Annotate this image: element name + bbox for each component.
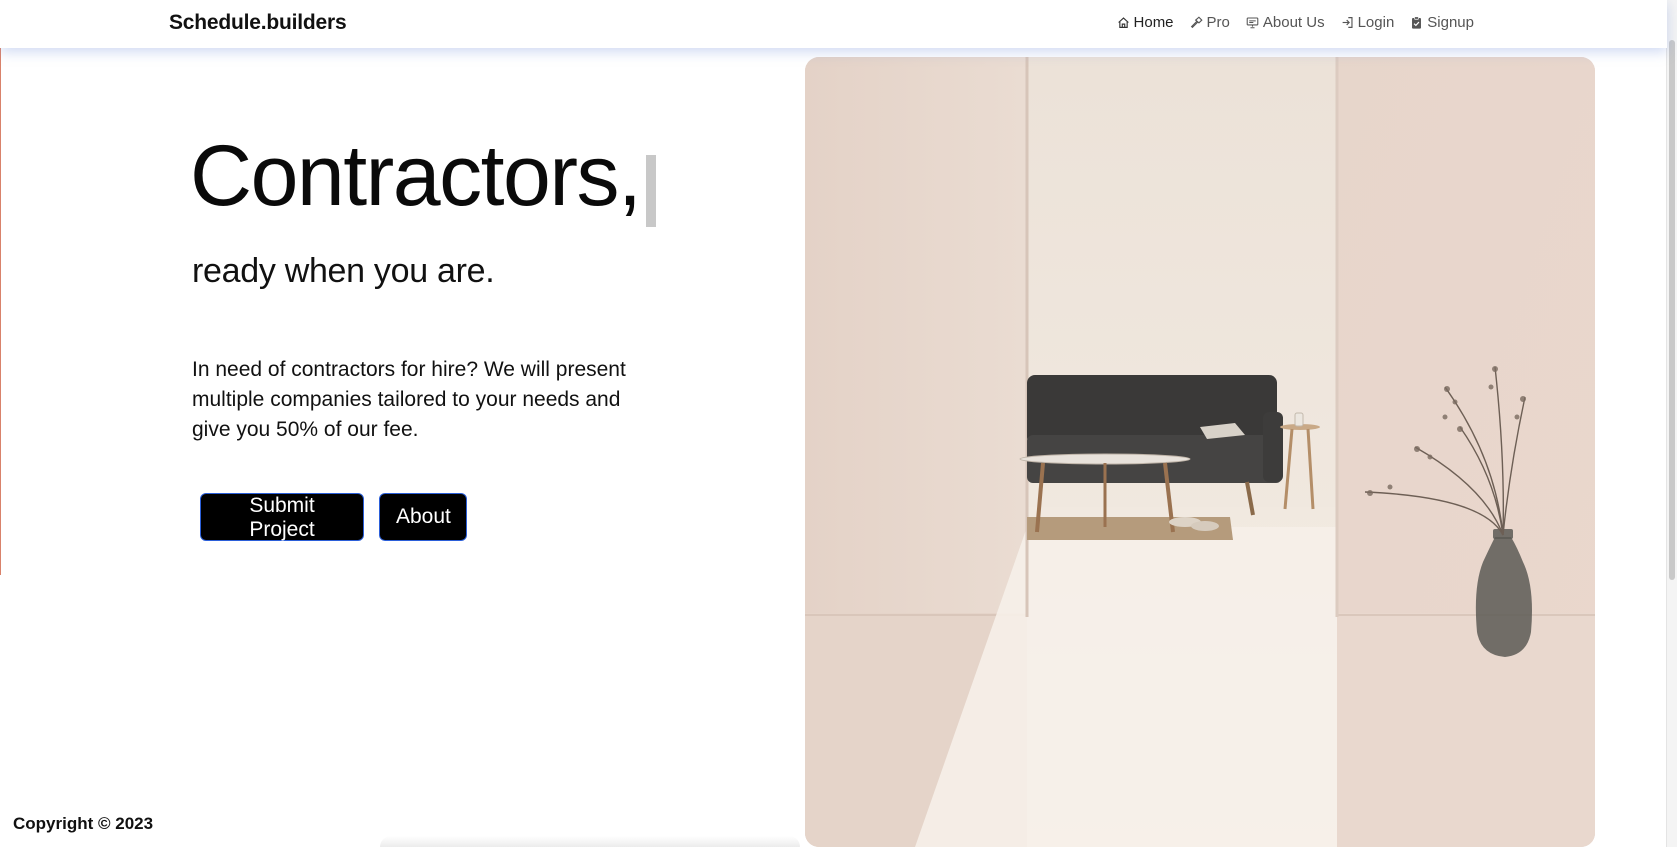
presentation-icon (1246, 17, 1259, 29)
footer-shadow (380, 836, 800, 847)
nav-pro-label: Pro (1206, 14, 1230, 31)
brand-logo[interactable]: Schedule.builders (169, 11, 347, 35)
home-icon (1117, 17, 1129, 28)
about-button[interactable]: About (379, 493, 467, 541)
interior-illustration (805, 57, 1595, 847)
hammer-icon (1190, 16, 1203, 29)
submit-project-button[interactable]: Submit Project (200, 493, 364, 541)
typing-caret (646, 155, 657, 227)
nav-item-home[interactable]: Home (1117, 14, 1174, 31)
nav-signup-label: Signup (1427, 14, 1474, 31)
hero-title-text: Contractors, (190, 128, 642, 224)
page: Schedule.builders Home Pro About Us Logi… (0, 0, 1677, 847)
nav-item-login[interactable]: Login (1341, 14, 1395, 31)
left-edge-line (0, 0, 1, 575)
nav-item-pro[interactable]: Pro (1190, 14, 1230, 31)
scrollbar-thumb[interactable] (1669, 40, 1675, 580)
hero-subtitle: ready when you are. (192, 252, 495, 290)
nav-about-us-label: About Us (1262, 14, 1325, 31)
nav-item-signup[interactable]: Signup (1410, 14, 1474, 31)
nav-menu: Home Pro About Us Login Signup (1117, 14, 1474, 31)
footer-copyright: Copyright © 2023 (13, 814, 154, 833)
navbar: Schedule.builders Home Pro About Us Logi… (0, 0, 1667, 48)
nav-item-about-us[interactable]: About Us (1246, 14, 1325, 31)
login-icon (1342, 17, 1353, 28)
hero-description: In need of contractors for hire? We will… (192, 358, 626, 441)
nav-login-label: Login (1357, 14, 1395, 31)
hero-title: Contractors, (190, 128, 657, 227)
nav-home-label: Home (1133, 14, 1174, 31)
clipboard-check-icon (1412, 16, 1422, 29)
page-scrollbar[interactable] (1666, 0, 1677, 847)
hero-interior-image (805, 57, 1595, 847)
